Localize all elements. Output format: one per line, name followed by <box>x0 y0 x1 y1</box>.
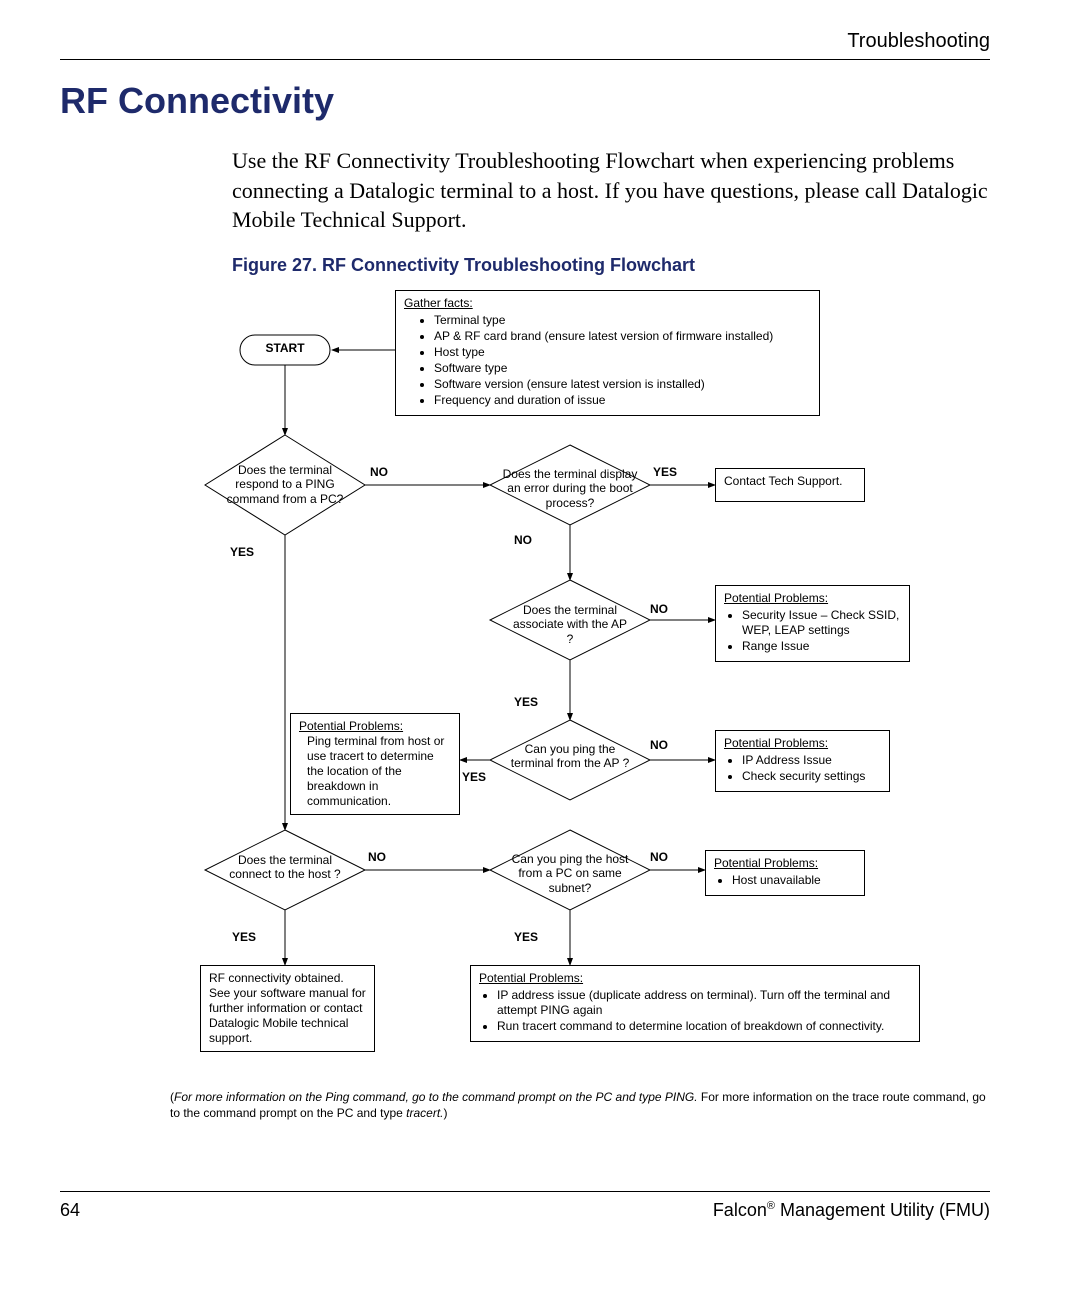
p1-box: Potential Problems: Security Issue – Che… <box>715 585 910 662</box>
d4-no-label: NO <box>650 738 668 752</box>
d3-no-label: NO <box>650 602 668 616</box>
facts-item: Host type <box>434 345 811 360</box>
contact-box: Contact Tech Support. <box>715 468 865 502</box>
facts-item: Software version (ensure latest version … <box>434 377 811 392</box>
product-right: Management Utility (FMU) <box>775 1200 990 1220</box>
d6-no-label: NO <box>650 850 668 864</box>
d4-yes-label: YES <box>462 770 486 784</box>
d5-no-label: NO <box>368 850 386 864</box>
p3-item: IP Address Issue <box>742 753 881 768</box>
d6-yes-label: YES <box>514 930 538 944</box>
p5-item: IP address issue (duplicate address on t… <box>497 988 911 1018</box>
header-section: Troubleshooting <box>60 30 990 60</box>
d1-yes-label: YES <box>230 545 254 559</box>
facts-item: Terminal type <box>434 313 811 328</box>
intro-paragraph: Use the RF Connectivity Troubleshooting … <box>232 146 990 235</box>
facts-box: Gather facts: Terminal type AP & RF card… <box>395 290 820 416</box>
page-number: 64 <box>60 1200 80 1221</box>
p3-title: Potential Problems: <box>724 736 828 750</box>
p4-box: Potential Problems: Host unavailable <box>705 850 865 896</box>
start-node: START <box>240 341 330 356</box>
p1-title: Potential Problems: <box>724 591 828 605</box>
d3-yes-label: YES <box>514 695 538 709</box>
p4-item: Host unavailable <box>732 873 856 888</box>
footnote-italic-1: For more information on the Ping command… <box>174 1090 698 1104</box>
footer: 64 Falcon® Management Utility (FMU) <box>60 1191 990 1221</box>
facts-title: Gather facts: <box>404 296 473 310</box>
p2-title: Potential Problems: <box>299 719 403 733</box>
p2-box: Potential Problems: Ping terminal from h… <box>290 713 460 815</box>
p1-item: Range Issue <box>742 639 901 654</box>
d1-no-label: NO <box>370 465 388 479</box>
page-title: RF Connectivity <box>60 80 990 122</box>
p2-item: Ping terminal from host or use tracert t… <box>299 734 451 809</box>
d2-text: Does the terminal display an error durin… <box>500 467 640 510</box>
footnote-italic-2: tracert. <box>406 1106 443 1120</box>
p5-title: Potential Problems: <box>479 971 583 985</box>
d4-text: Can you ping the terminal from the AP ? <box>510 742 630 771</box>
d2-no-label: NO <box>514 533 532 547</box>
p5-box: Potential Problems: IP address issue (du… <box>470 965 920 1042</box>
facts-item: Software type <box>434 361 811 376</box>
p4-title: Potential Problems: <box>714 856 818 870</box>
d5-text: Does the terminal connect to the host ? <box>225 853 345 882</box>
facts-item: Frequency and duration of issue <box>434 393 811 408</box>
product-left: Falcon <box>713 1200 767 1220</box>
d3-text: Does the terminal associate with the AP … <box>510 603 630 646</box>
p3-box: Potential Problems: IP Address Issue Che… <box>715 730 890 792</box>
facts-item: AP & RF card brand (ensure latest versio… <box>434 329 811 344</box>
d2-yes-label: YES <box>653 465 677 479</box>
footnote: (For more information on the Ping comman… <box>170 1090 990 1121</box>
d1-text: Does the terminal respond to a PING comm… <box>225 463 345 506</box>
p5-item: Run tracert command to determine locatio… <box>497 1019 911 1034</box>
figure-caption: Figure 27. RF Connectivity Troubleshooti… <box>232 255 990 276</box>
d6-text: Can you ping the host from a PC on same … <box>500 852 640 895</box>
end-box: RF connectivity obtained. See your softw… <box>200 965 375 1052</box>
flowchart-container: START Gather facts: Terminal type AP & R… <box>170 290 930 1080</box>
product-name: Falcon® Management Utility (FMU) <box>713 1200 990 1221</box>
reg-mark-icon: ® <box>767 1200 775 1212</box>
d5-yes-label: YES <box>232 930 256 944</box>
p1-item: Security Issue – Check SSID, WEP, LEAP s… <box>742 608 901 638</box>
p3-item: Check security settings <box>742 769 881 784</box>
